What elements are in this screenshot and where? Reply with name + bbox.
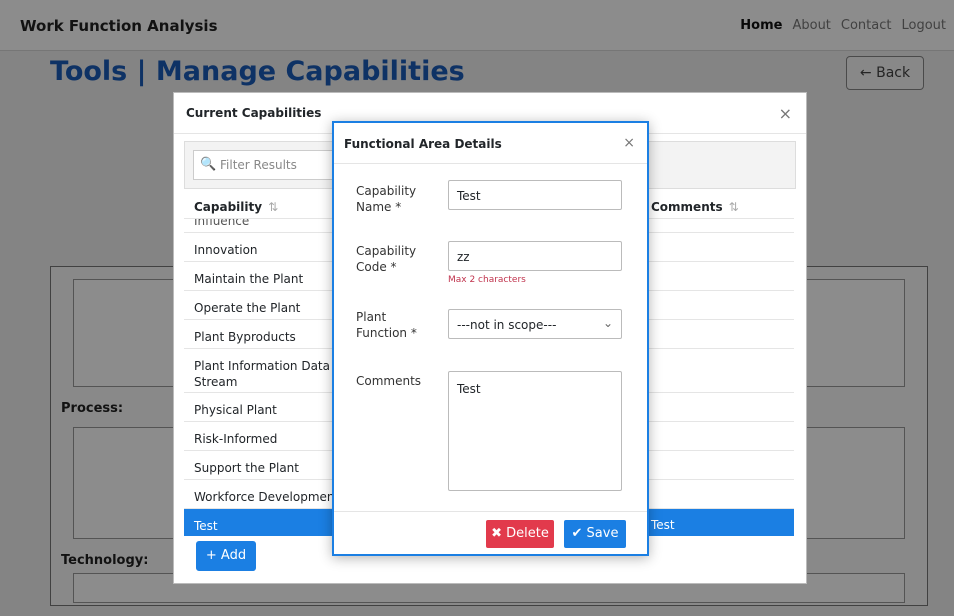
add-button[interactable]: + Add — [196, 541, 256, 571]
sort-icon[interactable]: ⇅ — [729, 200, 739, 214]
plant-function-select[interactable]: ---not in scope--- ⌄ — [448, 309, 622, 339]
save-button[interactable]: ✔ Save — [564, 520, 626, 548]
functional-area-modal-header: Functional Area Details × — [334, 123, 647, 164]
chevron-down-icon: ⌄ — [602, 316, 613, 330]
comments-textarea[interactable]: Test — [448, 371, 622, 491]
code-hint: Max 2 characters — [448, 275, 526, 285]
search-icon: 🔍 — [200, 157, 217, 172]
comments-label: Comments — [356, 374, 422, 388]
plant-function-label: Plant Function * — [356, 310, 417, 340]
sort-icon[interactable]: ⇅ — [268, 200, 278, 214]
capability-code-input[interactable]: zz — [448, 241, 622, 271]
capabilities-modal-title: Current Capabilities — [186, 106, 322, 120]
capability-name-label: Capability Name * — [356, 184, 417, 214]
delete-button[interactable]: ✖ Delete — [486, 520, 554, 548]
functional-area-modal: Functional Area Details × Capability Nam… — [332, 121, 649, 556]
capability-name-input[interactable]: Test — [448, 180, 622, 210]
capability-code-label: Capability Code * — [356, 244, 417, 274]
close-icon[interactable]: × — [623, 135, 635, 151]
filter-placeholder: Filter Results — [220, 158, 297, 172]
close-icon[interactable]: × — [779, 104, 792, 123]
functional-area-modal-footer: ✖ Delete ✔ Save — [334, 511, 647, 553]
functional-area-modal-title: Functional Area Details — [344, 137, 502, 151]
